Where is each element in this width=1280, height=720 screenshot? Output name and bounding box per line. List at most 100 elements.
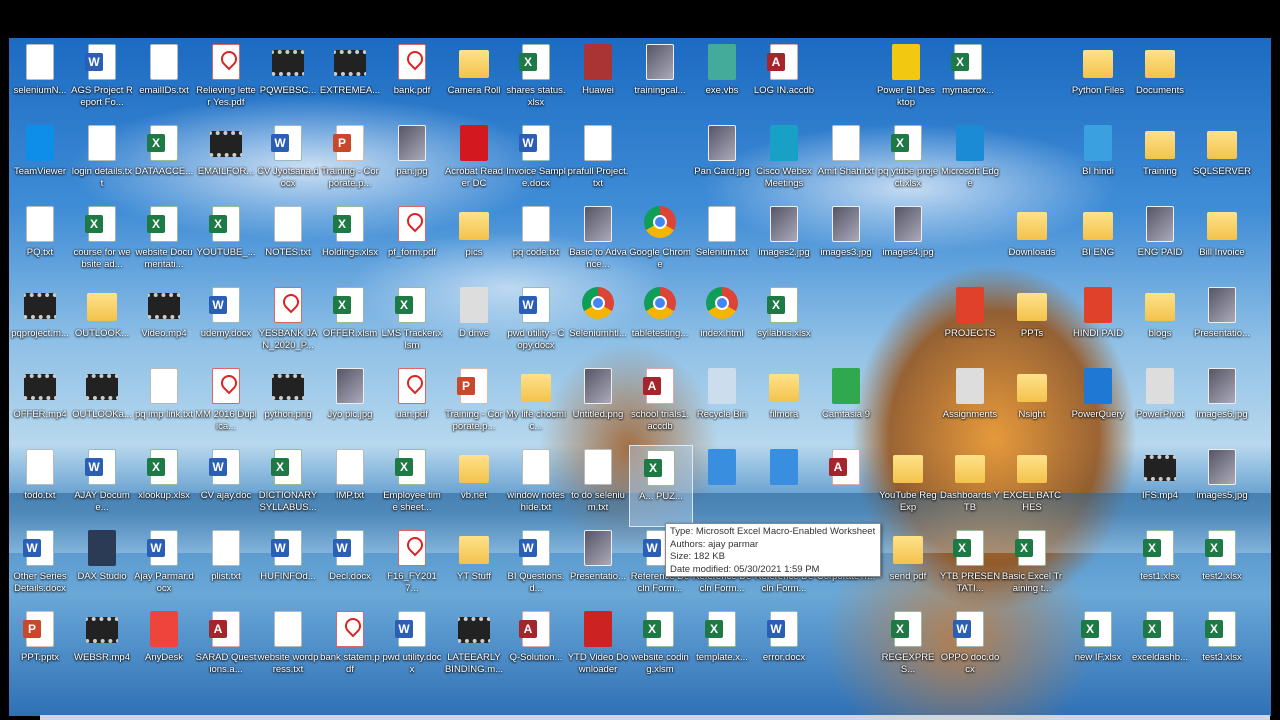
desktop-icon[interactable]: ENG PAID <box>1129 202 1191 282</box>
desktop-icon[interactable]: YouTube RegExp <box>877 445 939 525</box>
desktop-icon[interactable]: PDF Relieving letter Yes.pdf <box>195 40 257 120</box>
desktop-icon[interactable]: REGEXPRES... <box>877 607 939 687</box>
desktop-icon[interactable]: SQLSERVER <box>1191 121 1253 201</box>
desktop-icon[interactable]: PPT.pptx <box>9 607 71 687</box>
desktop-icon[interactable]: AGS Project Report Fo... <box>71 40 133 120</box>
desktop-icon[interactable]: OFFER.mp4 <box>9 364 71 444</box>
desktop-icon[interactable]: Untitled.png <box>567 364 629 444</box>
desktop-icon[interactable]: login details.txt <box>71 121 133 201</box>
desktop-icon[interactable]: exceldashb... <box>1129 607 1191 687</box>
desktop-icon[interactable]: website Documentati... <box>133 202 195 282</box>
desktop-icon[interactable]: LMS Tracker.xlsm <box>381 283 443 363</box>
desktop-icon[interactable] <box>691 445 753 525</box>
desktop-icon[interactable]: LATEEARLY BINDING.m... <box>443 607 505 687</box>
desktop-icon[interactable]: LOG IN.accdb <box>753 40 815 120</box>
desktop-icon[interactable]: todo.txt <box>9 445 71 525</box>
desktop-icon[interactable]: CV ajay.doc <box>195 445 257 525</box>
desktop-icon[interactable]: Presentatio... <box>1191 283 1253 363</box>
desktop-icon[interactable]: Camtasia 9 <box>815 364 877 444</box>
desktop-icon[interactable]: DICTIONARY SYLLABUS... <box>257 445 319 525</box>
desktop-icon[interactable]: EXTREMEA... <box>319 40 381 120</box>
desktop-icon[interactable]: Documents <box>1129 40 1191 120</box>
desktop-icon[interactable]: Ajay Parmar.docx <box>133 526 195 606</box>
desktop-icon[interactable]: OPPO doc.docx <box>939 607 1001 687</box>
desktop-icon[interactable]: Other Series Details.docx <box>9 526 71 606</box>
desktop-icon[interactable]: website wordpress.txt <box>257 607 319 687</box>
desktop-icon[interactable]: pics <box>443 202 505 282</box>
desktop-icon[interactable]: xlookup.xlsx <box>133 445 195 525</box>
desktop-icon[interactable]: syllabus.xlsx <box>753 283 815 363</box>
desktop-icon[interactable]: Bill Invoice <box>1191 202 1253 282</box>
desktop-icon[interactable]: Acrobat Reader DC <box>443 121 505 201</box>
desktop-icon[interactable]: PDF uan.pdf <box>381 364 443 444</box>
desktop-icon[interactable]: shares status.xlsx <box>505 40 567 120</box>
desktop-icon[interactable]: images5.jpg <box>1191 445 1253 525</box>
desktop-icon[interactable]: BI hindi <box>1067 121 1129 201</box>
desktop-icon[interactable]: DAX Studio <box>71 526 133 606</box>
desktop-icon[interactable]: AnyDesk <box>133 607 195 687</box>
desktop-icon[interactable]: filmora <box>753 364 815 444</box>
desktop-icon[interactable] <box>753 445 815 525</box>
desktop-icon[interactable]: Google Chrome <box>629 202 691 282</box>
desktop-icon[interactable]: python.png <box>257 364 319 444</box>
desktop-icon[interactable]: pwd utility.docx <box>381 607 443 687</box>
desktop-icon[interactable]: BI ENG <box>1067 202 1129 282</box>
desktop-icon[interactable]: emailIDs.txt <box>133 40 195 120</box>
desktop-icon[interactable]: pan.jpg <box>381 121 443 201</box>
desktop-icon[interactable]: images3.jpg <box>815 202 877 282</box>
desktop-icon[interactable]: PROJECTS <box>939 283 1001 363</box>
desktop-icon[interactable]: BI Questions.d... <box>505 526 567 606</box>
desktop-icon[interactable]: TeamViewer <box>9 121 71 201</box>
desktop-icon[interactable]: Power BI Desktop <box>875 40 937 120</box>
desktop-icon[interactable]: Microsoft Edge <box>939 121 1001 201</box>
desktop-icon[interactable]: Q-Solution... <box>505 607 567 687</box>
desktop-icon[interactable]: Camera Roll <box>443 40 505 120</box>
desktop-icon[interactable]: send pdf <box>877 526 939 606</box>
desktop-icon[interactable]: Recycle Bin <box>691 364 753 444</box>
desktop-icon[interactable]: pq code.txt <box>505 202 567 282</box>
desktop-icon[interactable]: My life chocmic... <box>505 364 567 444</box>
desktop-icon[interactable]: CV Jyotsana.docx <box>257 121 319 201</box>
desktop-icon[interactable]: udemy.docx <box>195 283 257 363</box>
desktop-icon[interactable]: Jyo pic.jpg <box>319 364 381 444</box>
desktop-icon[interactable]: Video.mp4 <box>133 283 195 363</box>
desktop-icon[interactable]: D drive <box>443 283 505 363</box>
desktop-icon[interactable]: A... PUZ... <box>629 445 693 527</box>
desktop-icon[interactable]: new IF.xlsx <box>1067 607 1129 687</box>
desktop-icon[interactable]: IMP.txt <box>319 445 381 525</box>
desktop-icon[interactable]: IFS.mp4 <box>1129 445 1191 525</box>
desktop-icon[interactable]: WEBSR.mp4 <box>71 607 133 687</box>
desktop-icon[interactable]: YTB PRESENTATI... <box>939 526 1001 606</box>
desktop-icon[interactable]: OFFER.xlsm <box>319 283 381 363</box>
desktop-icon[interactable]: blogs <box>1129 283 1191 363</box>
desktop-icon[interactable]: test2.xlsx <box>1191 526 1253 606</box>
desktop-icon[interactable]: PDF F16_FY2017... <box>381 526 443 606</box>
desktop-icon[interactable]: EXCEL BATCHES <box>1001 445 1063 525</box>
desktop-icon[interactable]: PDF pf_form.pdf <box>381 202 443 282</box>
desktop-icon[interactable]: PDF bank.pdf <box>381 40 443 120</box>
desktop-icon[interactable]: PowerQuery <box>1067 364 1129 444</box>
desktop-icon[interactable]: PDF YESBANK JAN_2020_P... <box>257 283 319 363</box>
desktop-icon[interactable]: Employee time sheet... <box>381 445 443 525</box>
desktop-icon[interactable]: Python Files <box>1067 40 1129 120</box>
desktop-icon[interactable]: Selenium.txt <box>691 202 753 282</box>
desktop-icon[interactable]: Cisco Webex Meetings <box>753 121 815 201</box>
desktop-icon[interactable]: Basic Excel Training t... <box>1001 526 1063 606</box>
desktop-icon[interactable]: pwd utility - Copy.docx <box>505 283 567 363</box>
desktop-icon[interactable]: seleniumN... <box>9 40 71 120</box>
desktop-icon[interactable]: HUFINFOd... <box>257 526 319 606</box>
desktop-icon[interactable]: images2.jpg <box>753 202 815 282</box>
desktop-icon[interactable]: course for website ad... <box>71 202 133 282</box>
desktop-icon[interactable]: Nsight <box>1001 364 1063 444</box>
desktop-icon[interactable]: window notes hide.txt <box>505 445 567 525</box>
desktop-icon[interactable]: NOTES.txt <box>257 202 319 282</box>
desktop-icon[interactable]: pq imp link.txt <box>133 364 195 444</box>
desktop-icon[interactable]: test1.xlsx <box>1129 526 1191 606</box>
desktop-icon[interactable]: Holdings.xlsx <box>319 202 381 282</box>
desktop-icon[interactable]: HINDI PAID <box>1067 283 1129 363</box>
desktop-icon[interactable]: AJAY Docume... <box>71 445 133 525</box>
desktop-icon[interactable]: OUTLOOKa... <box>71 364 133 444</box>
desktop-icon[interactable]: vb.net <box>443 445 505 525</box>
desktop-icon[interactable]: trainingcal... <box>629 40 691 120</box>
desktop-icon[interactable]: to do selenium.txt <box>567 445 629 525</box>
